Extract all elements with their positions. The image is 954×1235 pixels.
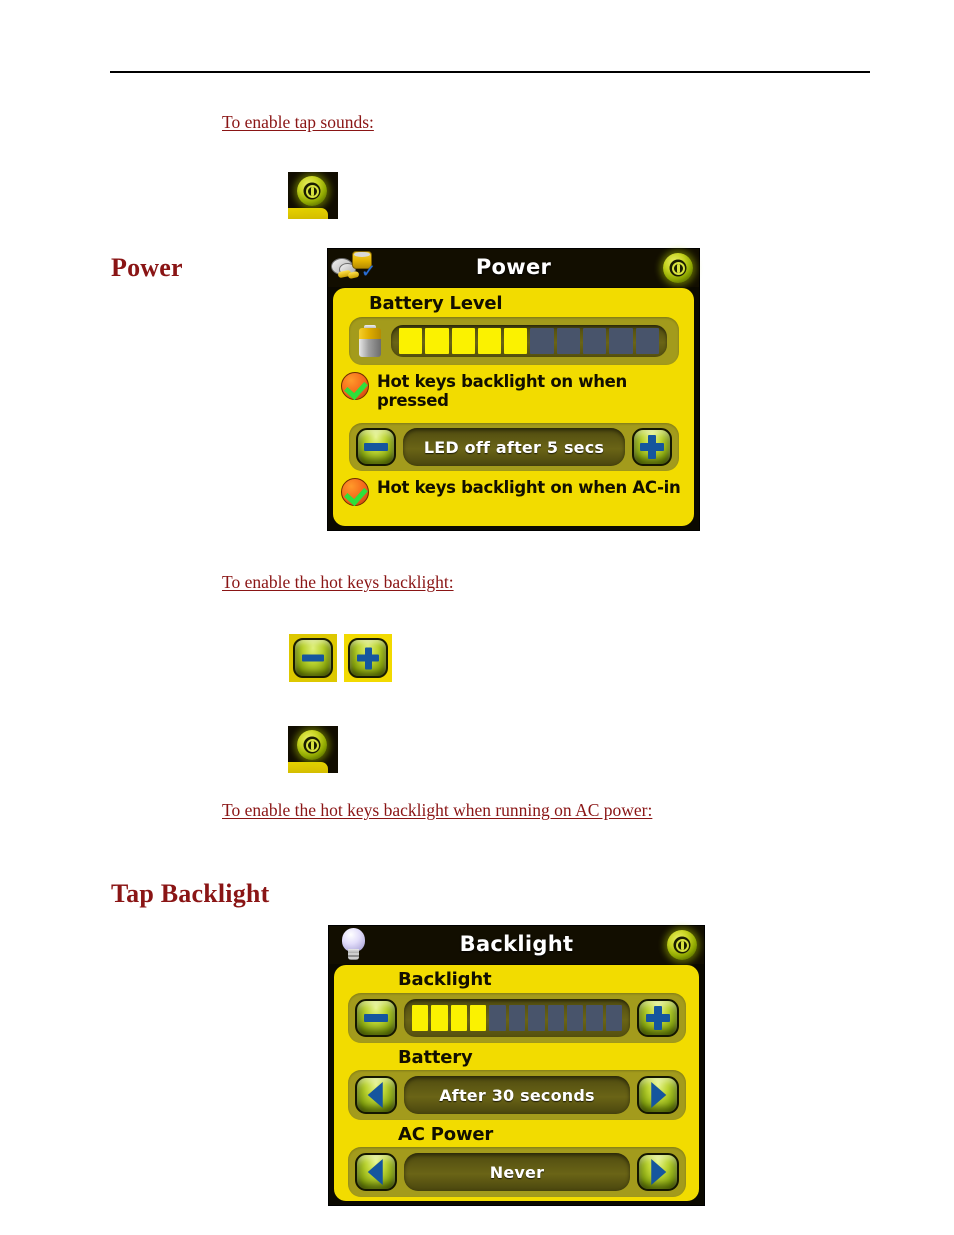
meter-segment — [566, 1005, 584, 1031]
power-bar — [676, 263, 680, 273]
minus-icon — [364, 1014, 388, 1022]
led-timeout-decrease-button[interactable] — [356, 428, 396, 466]
power-ring — [303, 182, 321, 200]
step-link-enable-hot-keys-backlight[interactable]: To enable the hot keys backlight: — [222, 572, 454, 593]
power-screen-title: Power — [475, 255, 552, 279]
backlight-screen-body: Backlight Battery After 30 seconds AC Po… — [334, 965, 699, 1201]
header-rule — [110, 71, 870, 73]
power-icon[interactable] — [663, 253, 693, 283]
meter-segment — [586, 1005, 603, 1031]
meter-segment — [425, 328, 449, 354]
power-ring — [669, 259, 687, 277]
meter-segment — [431, 1005, 448, 1031]
icon-strip — [288, 762, 328, 773]
minus-button-icon[interactable] — [289, 634, 337, 682]
power-bar — [680, 940, 684, 950]
chevron-right-icon — [651, 1082, 667, 1108]
power-orb — [297, 730, 327, 760]
ac-power-label: AC Power — [398, 1124, 494, 1145]
power-ring — [303, 736, 321, 754]
meter-segment — [399, 328, 423, 354]
led-timeout-row: LED off after 5 secs — [349, 423, 679, 471]
meter-segment — [530, 328, 554, 354]
power-settings-screen: ✓ Power Battery Level Hot keys backlight… — [327, 248, 700, 531]
ac-power-timeout-value[interactable]: Never — [404, 1153, 630, 1191]
ac-power-timeout-next-button[interactable] — [637, 1153, 679, 1191]
battery-level-well — [349, 317, 679, 365]
step-link-enable-hot-keys-backlight-ac[interactable]: To enable the hot keys backlight when ru… — [222, 800, 652, 821]
chevron-left-icon — [367, 1082, 383, 1108]
meter-segment — [470, 1005, 487, 1031]
minus-icon — [364, 443, 388, 451]
chevron-right-icon — [651, 1159, 667, 1185]
checkbox-checked-icon[interactable] — [341, 478, 369, 506]
led-timeout-value[interactable]: LED off after 5 secs — [403, 428, 625, 466]
document-page: To enable tap sounds: Power ✓ Power Batt… — [0, 0, 954, 1235]
chevron-left-icon — [367, 1159, 383, 1185]
checkbox-checked-icon[interactable] — [341, 372, 369, 400]
plus-icon — [357, 647, 379, 669]
inline-minus-plus-icons — [289, 634, 396, 684]
power-screen-titlebar: ✓ Power — [328, 249, 699, 287]
battery-timeout-row: After 30 seconds — [348, 1070, 686, 1120]
battery-timeout-previous-button[interactable] — [355, 1076, 397, 1114]
hot-keys-acin-option[interactable]: Hot keys backlight on when AC-in — [341, 478, 689, 506]
battery-level-label: Battery Level — [369, 293, 503, 314]
battery-label: Battery — [398, 1047, 473, 1068]
power-bar — [310, 740, 314, 750]
hot-keys-pressed-label: Hot keys backlight on when pressed — [377, 372, 627, 410]
backlight-level-meter[interactable] — [404, 999, 630, 1037]
backlight-screen-title: Backlight — [459, 932, 574, 956]
meter-segment — [412, 1005, 429, 1031]
minus-button-face — [293, 638, 333, 678]
backlight-label: Backlight — [398, 969, 492, 990]
hot-keys-pressed-option[interactable]: Hot keys backlight on when pressed — [341, 372, 681, 410]
battery-top — [359, 328, 381, 339]
power-ring — [673, 936, 691, 954]
meter-segment — [508, 1005, 526, 1031]
battery-timeout-next-button[interactable] — [637, 1076, 679, 1114]
meter-segment — [547, 1005, 564, 1031]
meter-segment — [556, 328, 581, 354]
backlight-level-row — [348, 993, 686, 1043]
meter-segment — [450, 1005, 468, 1031]
power-bar — [310, 186, 314, 196]
page-heading-power: Power — [111, 253, 183, 282]
backlight-increase-button[interactable] — [637, 999, 679, 1037]
power-button-icon[interactable] — [288, 172, 338, 219]
backlight-screen-titlebar: Backlight — [329, 926, 704, 964]
meter-segment — [451, 328, 475, 354]
meter-segment — [504, 328, 528, 354]
meter-segment — [609, 328, 633, 354]
battery-timeout-value[interactable]: After 30 seconds — [404, 1076, 630, 1114]
backlight-decrease-button[interactable] — [355, 999, 397, 1037]
meter-segment — [583, 328, 607, 354]
power-orb — [297, 176, 327, 206]
plus-button-face — [348, 638, 388, 678]
meter-segment — [489, 1005, 506, 1031]
backlight-settings-screen: Backlight Backlight Battery After 30 sec… — [328, 925, 705, 1206]
page-heading-tap-backlight: Tap Backlight — [111, 879, 270, 908]
meter-segment — [605, 1005, 622, 1031]
battery-level-meter — [391, 325, 667, 357]
minus-icon — [302, 654, 324, 662]
power-button-icon-2[interactable] — [288, 726, 338, 773]
power-icon[interactable] — [667, 930, 697, 960]
plus-icon — [646, 1006, 670, 1030]
battery-bottom — [359, 339, 381, 357]
ac-power-timeout-row: Never — [348, 1147, 686, 1197]
plus-button-icon[interactable] — [344, 634, 392, 682]
hot-keys-acin-label: Hot keys backlight on when AC-in — [377, 478, 681, 497]
ac-power-timeout-previous-button[interactable] — [355, 1153, 397, 1191]
plus-icon — [640, 435, 664, 459]
step-link-enable-tap-sounds[interactable]: To enable tap sounds: — [222, 112, 374, 133]
meter-segment — [635, 328, 659, 354]
meter-segment — [477, 328, 502, 354]
battery-icon — [359, 325, 381, 357]
icon-strip — [288, 208, 328, 219]
led-timeout-increase-button[interactable] — [632, 428, 672, 466]
power-screen-body: Battery Level Hot keys backlight on when… — [333, 288, 694, 526]
meter-segment — [528, 1005, 545, 1031]
